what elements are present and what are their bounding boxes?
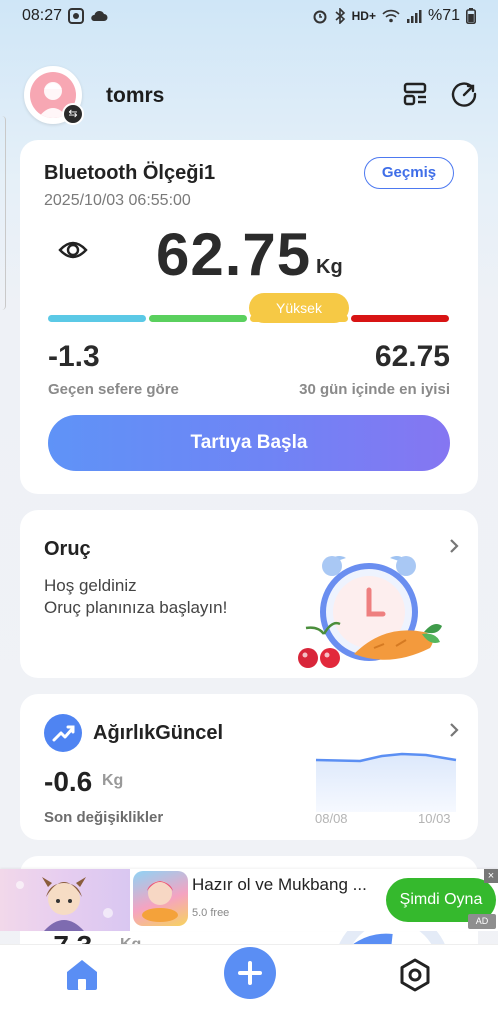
trend-unit: Kg [102,772,124,789]
fasting-welcome: Hoş geldiniz [44,576,137,595]
profile-header: ⇆ tomrs [0,64,498,126]
delta-value: -1.3 [48,340,100,373]
signal-icon [406,10,422,23]
trend-up-icon [44,714,82,752]
side-drawer-handle[interactable] [0,116,6,310]
measurement-datetime: 2025/10/03 06:55:00 [44,192,191,209]
ad-app-icon[interactable] [133,871,188,926]
eye-icon[interactable] [58,238,88,262]
status-bar-left: 08:27 [22,7,108,25]
ad-rating: 5.0 free [192,907,230,919]
status-bar: 08:27 HD+ %71 [0,0,498,32]
cloud-icon [91,10,108,21]
ad-badge: AD [468,914,496,929]
delta-label: Geçen sefere göre [48,381,179,398]
trend-sparkline [315,752,457,812]
wifi-icon [382,9,400,23]
best-label: 30 gün içinde en iyisi [299,381,450,398]
device-list-icon[interactable] [401,80,429,108]
range-segment-very-high [351,315,449,322]
ad-character-icon [16,877,113,931]
add-button[interactable] [224,947,276,999]
range-segment-normal [149,315,247,322]
ad-image[interactable] [0,869,130,931]
home-icon[interactable] [64,957,100,991]
alarm-icon [313,10,327,24]
start-weighing-button[interactable]: Tartıya Başla [48,415,450,471]
fasting-title: Oruç [44,538,91,560]
history-button[interactable]: Geçmiş [364,157,454,189]
trend-start-date: 08/08 [315,811,348,826]
ad-title[interactable]: Hazır ol ve Mukbang ... [192,875,367,895]
scale-title: Bluetooth Ölçeği1 [44,162,216,184]
bluetooth-icon [335,8,345,24]
plus-icon [238,961,262,985]
screen-record-icon [68,8,85,24]
battery-icon [466,8,476,24]
weight-trend-card[interactable]: AğırlıkGüncel -0.6 Kg Son değişiklikler … [20,694,478,840]
status-bar-right: HD+ %71 [312,7,476,25]
settings-icon[interactable] [397,957,433,993]
switch-user-icon[interactable]: ⇆ [62,103,84,125]
trend-title: AğırlıkGüncel [93,722,224,744]
range-segment-low [48,315,146,322]
gauge-icon[interactable] [450,80,478,108]
status-badge: Yüksek [249,293,349,323]
clock-food-illustration-icon [298,555,442,668]
network-label: HD+ [351,9,376,23]
fasting-subtitle: Oruç planınıza başlayın! [44,598,228,617]
trend-label: Son değişiklikler [44,809,164,826]
weight-value: 62.75 [156,221,312,288]
trend-end-date: 10/03 [418,811,451,826]
scale-card: Bluetooth Ölçeği1 2025/10/03 06:55:00 Ge… [20,140,478,494]
username: tomrs [106,84,165,107]
battery-text: %71 [427,7,460,24]
best-value: 62.75 [374,340,450,373]
bottom-navigation [0,944,498,1024]
fasting-card[interactable]: Oruç Hoş geldiniz Oruç planınıza başlayı… [20,510,478,678]
chevron-right-icon[interactable] [448,538,460,554]
trend-value: -0.6 [44,766,93,797]
status-time: 08:27 [22,7,63,24]
chevron-right-icon[interactable] [448,722,460,738]
weight-unit: Kg [316,256,343,278]
ad-banner[interactable]: Hazır ol ve Mukbang ... 5.0 free Şimdi O… [0,869,498,931]
ad-close-icon[interactable]: × [484,869,498,883]
